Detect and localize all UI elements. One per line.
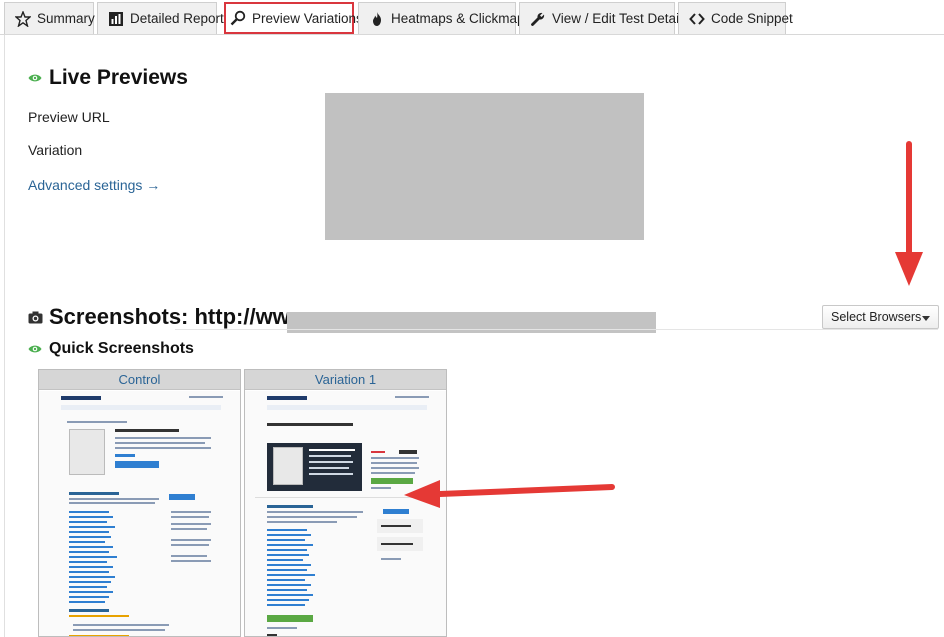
screenshots-title: Screenshots: http://www. [49, 304, 313, 329]
tab-preview-variations[interactable]: Preview Variations [224, 2, 363, 34]
tab-preview-variations-label: Preview Variations [252, 10, 363, 26]
tab-bar: Summary Detailed Report Preview Variatio… [0, 0, 944, 35]
bar-chart-icon [108, 11, 124, 27]
code-icon [689, 11, 705, 27]
divider [175, 329, 938, 330]
eye-icon [28, 73, 42, 83]
camera-icon [28, 304, 43, 330]
quick-screenshots-title: Quick Screenshots [49, 340, 194, 357]
card-label: Control [39, 370, 240, 390]
quick-screenshots-heading: Quick Screenshots [28, 340, 194, 358]
live-previews-title: Live Previews [49, 66, 188, 89]
content-border [4, 35, 5, 637]
card-label: Variation 1 [245, 370, 446, 390]
annotation-arrow-left [404, 480, 615, 508]
tab-detailed-report-label: Detailed Report [130, 11, 224, 26]
select-browsers-label: Select Browsers [831, 310, 922, 324]
eye-icon [28, 344, 42, 354]
advanced-settings-link[interactable]: Advanced settings → [28, 177, 160, 193]
tab-code-snippet[interactable]: Code Snippet [678, 2, 793, 34]
tab-view-edit-test[interactable]: View / Edit Test Details [519, 2, 689, 34]
caret-down-icon [922, 316, 930, 321]
wrench-icon [530, 11, 546, 27]
screenshot-thumbnail [39, 391, 240, 636]
tab-summary-label: Summary [37, 11, 95, 26]
tab-detailed-report[interactable]: Detailed Report [97, 2, 224, 34]
tab-view-edit-test-label: View / Edit Test Details [552, 11, 689, 26]
redacted-preview-area [325, 93, 644, 240]
variation-label: Variation [28, 142, 83, 158]
live-previews-heading: Live Previews [28, 66, 188, 90]
tab-heatmaps-label: Heatmaps & Clickmaps [391, 11, 532, 26]
annotation-arrow-down [895, 141, 923, 286]
star-icon [15, 10, 31, 27]
select-browsers-button[interactable]: Select Browsers [822, 305, 939, 329]
screenshot-card-control[interactable]: Control [38, 369, 241, 637]
fire-icon [369, 11, 385, 27]
preview-url-label: Preview URL [28, 109, 110, 125]
tab-summary[interactable]: Summary [4, 2, 95, 34]
magnifier-icon [230, 10, 246, 26]
screenshots-heading: Screenshots: http://www. [28, 304, 312, 330]
tab-code-snippet-label: Code Snippet [711, 11, 793, 26]
tab-heatmaps[interactable]: Heatmaps & Clickmaps [358, 2, 531, 34]
